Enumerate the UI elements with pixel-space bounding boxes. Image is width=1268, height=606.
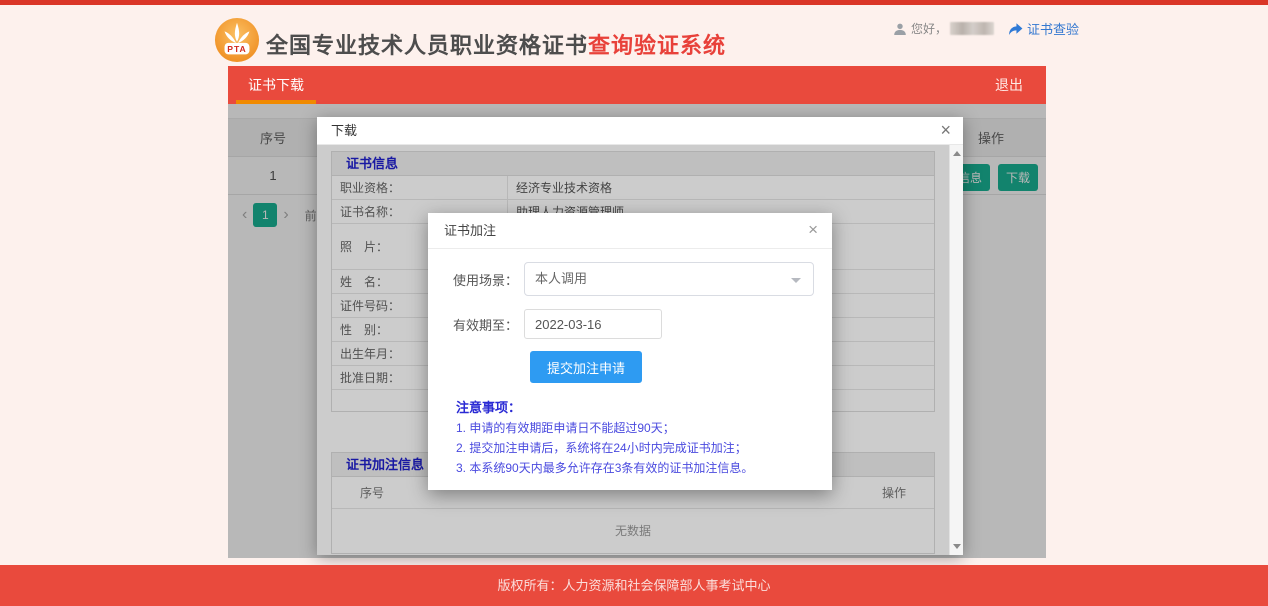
scene-form-row: 使用场景： 本人调用 (428, 262, 832, 296)
download-modal-title: 下载 (331, 123, 357, 138)
notes-title: 注意事项： (456, 397, 832, 416)
download-modal-close-icon[interactable]: × (940, 117, 951, 143)
note-item: 1. 申请的有效期距申请日不能超过90天； (456, 421, 832, 436)
user-name-masked (950, 22, 994, 35)
annotate-modal-close-icon[interactable]: × (808, 213, 818, 247)
scene-select-value: 本人调用 (525, 263, 813, 295)
notes-block: 注意事项： 1. 申请的有效期距申请日不能超过90天； 2. 提交加注申请后，系… (456, 397, 832, 476)
page-title: 全国专业技术人员职业资格证书查询验证系统 (266, 28, 726, 60)
annotate-modal-title: 证书加注 (444, 223, 496, 238)
expiry-label: 有效期至： (428, 315, 524, 334)
cert-verify-label: 证书查验 (1027, 19, 1079, 38)
scroll-down-arrow-icon[interactable] (950, 539, 964, 553)
annotate-modal-titlebar: 证书加注 × (428, 213, 832, 249)
copyright-text: 版权所有：人力资源和社会保障部人事考试中心 (497, 578, 770, 593)
tab-cert-download[interactable]: 证书下载 (236, 66, 316, 104)
note-item: 2. 提交加注申请后，系统将在24小时内完成证书加注； (456, 441, 832, 456)
submit-annotation-button[interactable]: 提交加注申请 (530, 351, 642, 383)
chevron-down-icon (791, 278, 801, 283)
svg-text:PTA: PTA (227, 44, 246, 54)
scene-select[interactable]: 本人调用 (524, 262, 814, 296)
page-title-main: 全国专业技术人员职业资格证书 (266, 33, 588, 58)
download-modal-titlebar: 下载 × (317, 117, 963, 145)
annotate-modal: 证书加注 × 使用场景： 本人调用 有效期至： 提交加注申请 注意事项： 1. … (428, 213, 832, 490)
scroll-up-arrow-icon[interactable] (950, 147, 964, 161)
share-arrow-icon (1008, 22, 1023, 36)
page-title-accent: 查询验证系统 (588, 33, 726, 58)
greeting-text: 您好， (911, 20, 947, 37)
logout-button[interactable]: 退出 (995, 66, 1023, 104)
footer: 版权所有：人力资源和社会保障部人事考试中心 (0, 565, 1268, 606)
modal-scrollbar[interactable] (949, 145, 963, 555)
expiry-date-input[interactable] (524, 309, 662, 339)
tab-cert-download-label: 证书下载 (248, 77, 304, 93)
logo-icon: PTA (214, 17, 260, 63)
user-info: 您好， 证书查验 (893, 19, 1079, 38)
note-item: 3. 本系统90天内最多允许存在3条有效的证书加注信息。 (456, 461, 832, 476)
scene-label: 使用场景： (428, 270, 524, 289)
main-nav: 证书下载 退出 (228, 66, 1046, 104)
person-icon (893, 22, 907, 36)
app-logo: PTA (214, 17, 260, 63)
cert-verify-link[interactable]: 证书查验 (1008, 19, 1079, 38)
header: PTA 全国专业技术人员职业资格证书查询验证系统 您好， 证书查验 (0, 5, 1268, 66)
expiry-form-row: 有效期至： (428, 309, 832, 339)
